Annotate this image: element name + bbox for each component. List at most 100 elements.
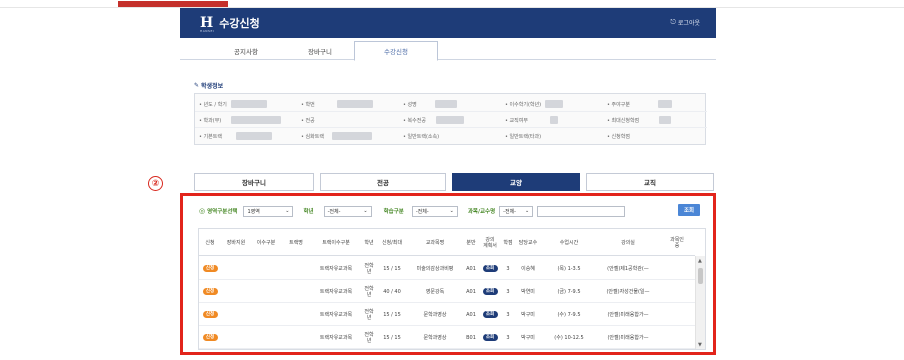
syllabus-button[interactable]: 조회 [482, 311, 498, 318]
count-cell: 15 / 15 [383, 311, 401, 318]
app-header: H HANSEI 수강신청 ⎋ 로그아웃 [180, 8, 716, 38]
year-select-value: -전체- [327, 208, 341, 215]
syllabus-button[interactable]: 조회 [482, 265, 498, 272]
time-cell: (금) 7-9.5 [557, 288, 581, 295]
table-row: 신청 트랙자유교과목 전학 년 15 / 15 문학과영상 B01 조회 3 박… [199, 326, 695, 349]
professor-cell: 박구미 [521, 334, 535, 341]
masked-value [231, 116, 282, 124]
area-label-text: 영역구분선택 [207, 209, 238, 215]
table-row: 신청 트랙자유교과목 전학 년 40 / 40 영문강독 A01 조회 3 박연… [199, 280, 695, 303]
browser-top-strip [0, 0, 904, 8]
tab-registration[interactable]: 수강신청 [354, 41, 438, 61]
logout-button[interactable]: ⎋ 로그아웃 [670, 18, 700, 27]
track-type-cell: 트랙자유교과목 [319, 288, 353, 295]
year-filter-label: 학년 [303, 207, 313, 215]
credit-cell: 3 [506, 265, 510, 272]
category-teaching[interactable]: 교직 [586, 173, 714, 191]
time-cell: (수) 10-12.5 [554, 334, 584, 341]
time-cell: (수) 7-9.5 [557, 311, 581, 318]
info-row: • 년도 / 학기 • 학번 • 성명 • 이수학기(학년) • 주야구분 [195, 96, 707, 112]
professor-cell: 박구미 [521, 311, 535, 318]
category-liberal-arts[interactable]: 교양 [452, 173, 580, 191]
col-header: 분반 [466, 239, 476, 246]
course-table: 신청 장바지원 이수구분 트랙명 트랙이수구분 학년 신청/최대 교과목명 분반… [198, 228, 706, 350]
syllabus-button[interactable]: 조회 [482, 288, 498, 295]
info-label: • 심화트랙 [301, 133, 324, 140]
tab-cart[interactable]: 장바구니 [290, 42, 350, 60]
credit-cell: 3 [506, 311, 510, 318]
type-filter-label: 학습구분 [384, 207, 404, 215]
category-major[interactable]: 전공 [320, 173, 446, 191]
logout-icon: ⎋ [670, 18, 676, 26]
edit-icon: ✎ [194, 82, 200, 89]
page-title: 수강신청 [219, 17, 260, 30]
course-name-cell: 문학과영상 [423, 334, 447, 341]
syllabus-button[interactable]: 조회 [482, 334, 498, 341]
credit-cell: 3 [506, 288, 510, 295]
apply-button[interactable]: 신청 [202, 311, 218, 318]
apply-button[interactable]: 신청 [202, 288, 218, 295]
scroll-down-icon[interactable]: ▼ [698, 342, 702, 348]
info-cell: • 일반트랙(타과) [505, 131, 605, 141]
grade-cell: 전학 년 [364, 308, 374, 321]
search-button[interactable]: 조회 [678, 204, 700, 216]
area-filter-label: ◎ 영역구분선택 [199, 207, 237, 215]
table-row: 신청 트랙자유교과목 전학 년 15 / 15 문학과영상 A01 조회 3 박… [199, 303, 695, 326]
info-label: • 최대신청학점 [607, 117, 640, 124]
info-label: • 이수학기(학년) [505, 101, 542, 108]
col-header: 수업시간 [559, 239, 579, 246]
room-cell: (안젤)미래융합가— [607, 334, 649, 341]
logo[interactable]: H HANSEI 수강신청 [200, 15, 260, 33]
info-cell: • 년도 / 학기 [199, 99, 299, 109]
info-cell: • 심화트랙 [301, 131, 401, 141]
info-cell: • 기본트랙 [199, 131, 299, 141]
count-cell: 15 / 15 [383, 334, 401, 341]
chevron-down-icon: ⌄ [363, 208, 368, 214]
col-header: 교과목명 [425, 239, 445, 246]
info-cell: • 복수전공 [403, 115, 503, 125]
professor-cell: 이승혜 [521, 265, 535, 272]
scroll-thumb[interactable] [698, 268, 703, 284]
apply-cell: 신청 [199, 303, 221, 326]
year-select[interactable]: -전체- ⌄ [323, 205, 372, 217]
room-cell: (안젤)미래융합가— [607, 311, 649, 318]
course-select[interactable]: -전체- ⌄ [499, 205, 534, 217]
room-cell: (안젤)제1공학관(— [607, 265, 649, 272]
masked-value [545, 100, 564, 108]
info-label: • 일반트랙(소속) [403, 133, 440, 140]
apply-button[interactable]: 신청 [202, 334, 218, 341]
masked-value [434, 100, 457, 108]
col-header: 트랙명 [289, 239, 303, 246]
type-select[interactable]: -전체- ⌄ [411, 205, 458, 217]
year-label-text: 학년 [303, 209, 314, 215]
filter-bar: ◎ 영역구분선택 1영역 ⌄ 학년 -전체- ⌄ 학습구분 -전체- ⌄ 과목/교수명 … [199, 204, 626, 218]
course-name-cell: 미술의감상과비평 [416, 265, 454, 272]
apply-cell: 신청 [199, 326, 221, 349]
info-cell: • 전공 [301, 115, 401, 125]
search-input[interactable] [537, 205, 626, 217]
col-header: 이수구분 [256, 239, 276, 246]
plan-cell: 조회 [479, 280, 501, 303]
scroll-up-icon[interactable]: ▲ [698, 258, 702, 264]
col-header: 트랙이수구분 [322, 239, 350, 246]
category-cart[interactable]: 장바구니 [194, 173, 314, 191]
info-cell: • 학번 [301, 99, 401, 109]
apply-cell: 신청 [199, 280, 221, 303]
info-label: • 주야구분 [607, 101, 630, 108]
info-label: • 복수전공 [403, 117, 426, 124]
table-header: 신청 장바지원 이수구분 트랙명 트랙이수구분 학년 신청/최대 교과목명 분반… [199, 229, 695, 256]
apply-cell: 신청 [199, 257, 221, 280]
col-header: 강의실 [621, 239, 635, 246]
plan-cell: 조회 [479, 326, 501, 349]
info-row: • 학과(부) • 전공 • 복수전공 • 교직여부 • 최대신청학점 [195, 112, 707, 128]
section-cell: A01 [466, 311, 476, 318]
apply-button[interactable]: 신청 [202, 265, 218, 272]
table-scrollbar[interactable]: ▲ ▼ [695, 256, 705, 349]
tab-notice[interactable]: 공지사항 [216, 42, 276, 60]
info-label: • 년도 / 학기 [199, 101, 227, 108]
credit-cell: 3 [506, 334, 510, 341]
area-select[interactable]: 1영역 ⌄ [243, 205, 294, 217]
masked-value [659, 116, 672, 124]
count-cell: 40 / 40 [383, 288, 401, 295]
type-label-text: 학습구분 [383, 209, 404, 215]
